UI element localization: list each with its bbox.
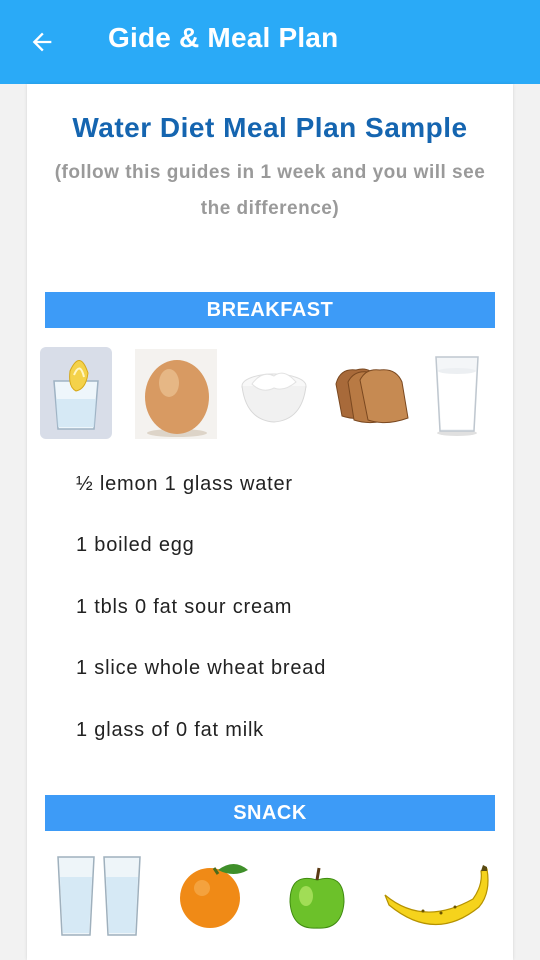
app-bar-title: Gide & Meal Plan: [108, 22, 339, 53]
wheat-bread-image: [335, 368, 409, 424]
back-button[interactable]: [22, 22, 62, 62]
orange-image: [180, 864, 248, 928]
milk-glass-image: [435, 356, 479, 436]
boiled-egg-image: [135, 349, 217, 439]
arrow-left-icon: [32, 32, 52, 52]
breakfast-item: 1 boiled egg: [76, 534, 195, 556]
page-title: Water Diet Meal Plan Sample: [72, 112, 468, 143]
page-subtitle: (follow this guides in 1 week and you wi…: [54, 162, 486, 219]
breakfast-item: 1 slice whole wheat bread: [76, 657, 327, 679]
two-water-glasses-image: [57, 856, 141, 936]
breakfast-item: ½ lemon 1 glass water: [76, 473, 293, 495]
green-apple-image: [289, 867, 345, 929]
snack-header: SNACK: [45, 795, 495, 831]
breakfast-header: BREAKFAST: [45, 292, 495, 328]
app-bar: Gide & Meal Plan: [0, 0, 540, 84]
lemon-water-glass-image: [40, 347, 112, 439]
banana-image: [384, 865, 489, 926]
breakfast-item: 1 glass of 0 fat milk: [76, 719, 264, 741]
breakfast-item: 1 tbls 0 fat sour cream: [76, 596, 293, 618]
sour-cream-bowl-image: [241, 372, 307, 423]
